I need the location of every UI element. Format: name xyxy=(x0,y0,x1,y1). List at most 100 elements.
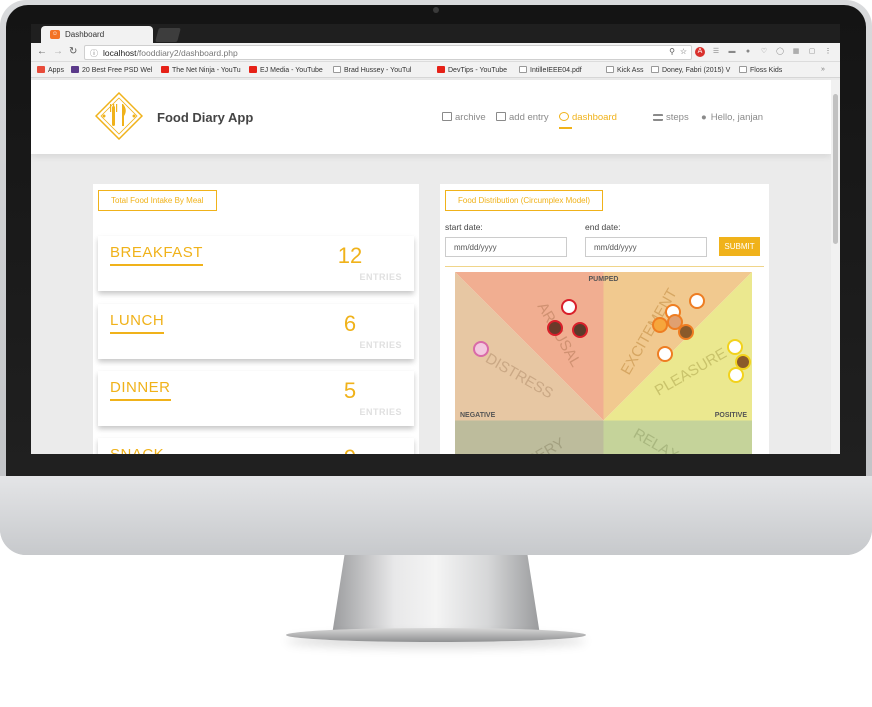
extension-icon[interactable]: ◯ xyxy=(775,47,785,57)
start-date-label: start date: xyxy=(445,222,483,232)
extension-icon[interactable]: ☰ xyxy=(711,47,721,57)
page-icon xyxy=(519,66,527,73)
extension-icon[interactable]: ▦ xyxy=(791,47,801,57)
circumplex-chart: PUMPED NEGATIVE POSITIVE AROUSAL DISTRES… xyxy=(455,272,752,454)
calendar-icon xyxy=(442,112,452,121)
food-marker[interactable] xyxy=(547,320,563,336)
app-logo-icon xyxy=(95,92,143,140)
bookmark-item[interactable]: Apps xyxy=(37,66,64,74)
page-icon xyxy=(739,66,747,73)
youtube-icon xyxy=(249,66,257,73)
page: Food Diary App archive add entry dashboa… xyxy=(31,80,831,454)
bookmarks-bar: Apps 20 Best Free PSD Wel The Net Ninja … xyxy=(31,62,840,78)
meal-card-snack[interactable]: SNACK 9 ENTRIES xyxy=(98,438,414,454)
meal-card-dinner[interactable]: DINNER 5 ENTRIES xyxy=(98,371,414,426)
label-pumped: PUMPED xyxy=(589,276,619,283)
info-icon: ⓘ xyxy=(90,49,98,58)
user-icon: ● xyxy=(701,112,707,123)
food-marker[interactable] xyxy=(561,299,577,315)
youtube-icon xyxy=(437,66,445,73)
key-icon[interactable]: ⚲ xyxy=(669,47,675,56)
meals-panel: Total Food Intake By Meal BREAKFAST 12 E… xyxy=(93,184,419,454)
meal-count: 9 xyxy=(320,445,380,454)
page-icon xyxy=(333,66,341,73)
reload-icon[interactable]: ↻ xyxy=(69,46,77,57)
food-marker[interactable] xyxy=(657,346,673,362)
more-bookmarks-icon[interactable]: » xyxy=(821,66,825,73)
bookmark-item[interactable]: Floss Kids xyxy=(739,66,782,74)
bookmark-item[interactable]: Kick Ass xyxy=(606,66,643,74)
bookmark-item[interactable]: 20 Best Free PSD Wel xyxy=(71,66,152,74)
meal-name: SNACK xyxy=(110,446,164,454)
tab-bar: ☺ Dashboard xyxy=(31,24,840,43)
food-marker[interactable] xyxy=(728,367,744,383)
meal-count: 12 xyxy=(337,243,363,268)
scrollbar-thumb[interactable] xyxy=(833,94,838,244)
page-icon xyxy=(651,66,659,73)
end-date-label: end date: xyxy=(585,222,621,232)
entries-label: ENTRIES xyxy=(359,340,402,350)
url-host: localhost xyxy=(103,48,137,58)
dashboard-icon xyxy=(559,112,569,121)
list-icon xyxy=(653,114,663,121)
nav-steps[interactable]: steps xyxy=(653,112,689,123)
nav-dashboard[interactable]: dashboard xyxy=(559,112,617,123)
submit-button[interactable]: SUBMIT xyxy=(719,237,760,256)
plus-icon xyxy=(496,112,506,121)
user-greeting[interactable]: ● Hello, janjan xyxy=(701,112,763,123)
food-marker[interactable] xyxy=(727,339,743,355)
bookmark-item[interactable]: IntilleIEEE04.pdf xyxy=(519,66,582,74)
adblock-icon[interactable]: A xyxy=(695,47,705,57)
monitor-chin xyxy=(0,476,872,555)
extension-icon[interactable]: ● xyxy=(743,47,753,57)
food-marker[interactable] xyxy=(689,293,705,309)
forward-icon[interactable]: → xyxy=(53,46,63,57)
label-negative: NEGATIVE xyxy=(460,412,496,419)
start-date-input[interactable]: mm/dd/yyyy xyxy=(445,237,567,257)
nav-active-indicator xyxy=(559,127,572,129)
meals-panel-title: Total Food Intake By Meal xyxy=(98,190,217,211)
food-marker[interactable] xyxy=(572,322,588,338)
bookmark-item[interactable]: Brad Hussey - YouTul xyxy=(333,66,411,74)
app-title: Food Diary App xyxy=(157,110,254,125)
entries-label: ENTRIES xyxy=(359,272,402,282)
distribution-panel-title: Food Distribution (Circumplex Model) xyxy=(445,190,604,211)
meal-name: LUNCH xyxy=(110,312,165,334)
bookmark-item[interactable]: The Net Ninja - YouTu xyxy=(161,66,241,74)
entries-label: ENTRIES xyxy=(359,407,402,417)
extension-icon[interactable]: ▢ xyxy=(807,47,817,57)
new-tab-button[interactable] xyxy=(155,28,181,42)
bookmark-item[interactable]: EJ Media - YouTube xyxy=(249,66,323,74)
nav-archive[interactable]: archive xyxy=(442,112,486,123)
scrollbar[interactable] xyxy=(831,80,840,454)
favicon-icon: ☺ xyxy=(50,30,60,39)
food-marker[interactable] xyxy=(678,324,694,340)
extension-icon[interactable]: ▬ xyxy=(727,47,737,57)
camera-icon xyxy=(433,7,439,13)
tab-title: Dashboard xyxy=(65,30,105,39)
bookmark-item[interactable]: DevTips - YouTube xyxy=(437,66,507,74)
food-marker[interactable] xyxy=(473,341,489,357)
food-marker[interactable] xyxy=(652,317,668,333)
end-date-input[interactable]: mm/dd/yyyy xyxy=(585,237,707,257)
app-header: Food Diary App archive add entry dashboa… xyxy=(31,80,831,154)
monitor-base xyxy=(286,628,586,642)
food-marker[interactable] xyxy=(735,354,751,370)
star-icon[interactable]: ☆ xyxy=(680,47,687,56)
nav-add-entry[interactable]: add entry xyxy=(496,112,549,123)
extension-icon[interactable]: ♡ xyxy=(759,47,769,57)
address-bar[interactable]: ⓘ localhost/fooddiary2/dashboard.php ⚲ ☆ xyxy=(84,45,692,60)
meal-name: BREAKFAST xyxy=(110,244,203,266)
menu-icon[interactable]: ⋮ xyxy=(823,47,833,57)
bookmark-icon xyxy=(71,66,79,73)
label-positive: POSITIVE xyxy=(715,412,748,419)
meal-name: DINNER xyxy=(110,379,171,401)
meal-card-breakfast[interactable]: BREAKFAST 12 ENTRIES xyxy=(98,236,414,291)
meal-card-lunch[interactable]: LUNCH 6 ENTRIES xyxy=(98,304,414,359)
meal-count: 5 xyxy=(343,378,357,403)
bookmark-item[interactable]: Doney, Fabri (2015) V xyxy=(651,66,730,74)
divider xyxy=(445,266,764,267)
back-icon[interactable]: ← xyxy=(37,46,47,57)
browser-tab[interactable]: ☺ Dashboard xyxy=(41,26,153,43)
monitor-stand xyxy=(332,555,540,635)
